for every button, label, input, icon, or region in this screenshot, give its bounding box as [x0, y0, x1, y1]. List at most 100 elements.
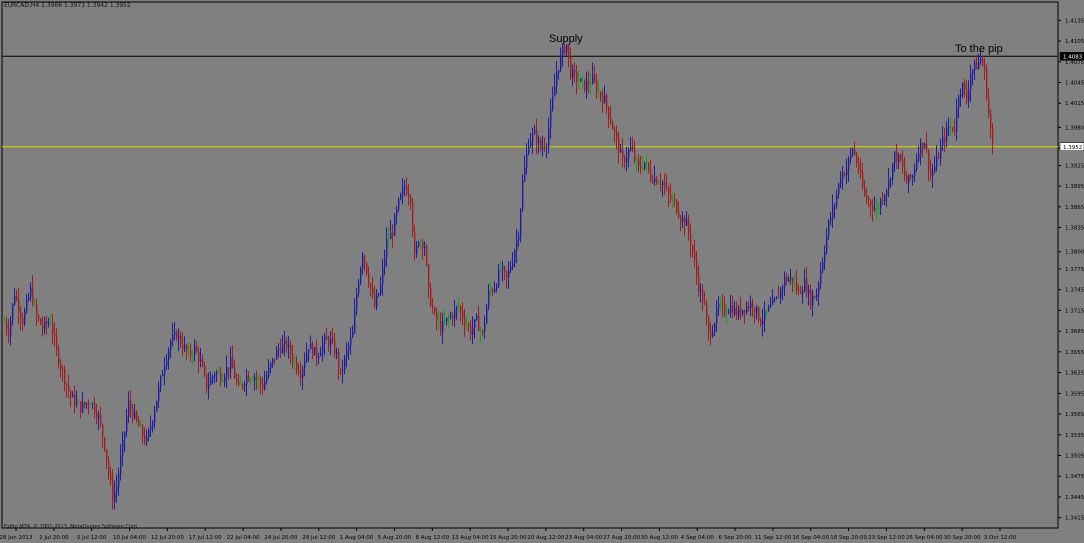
candle-body	[490, 290, 492, 292]
candle-body	[816, 294, 818, 298]
candle-body	[426, 246, 428, 265]
candle-body	[110, 473, 112, 481]
candle-body	[8, 329, 10, 336]
candle-body	[158, 387, 160, 401]
candle-body	[888, 180, 890, 191]
price-chart[interactable]: 1.4135 1.4105 1.4075 1.4045 1.4015 1.3980 1.39…	[0, 0, 1084, 543]
candle-body	[974, 62, 976, 71]
candle-body	[652, 179, 654, 183]
candle-body	[838, 183, 840, 195]
candle-body	[212, 376, 214, 379]
candle-body	[108, 461, 110, 474]
candle-body	[562, 46, 564, 56]
candle-body	[106, 449, 108, 462]
candle-body	[472, 328, 474, 335]
candle-body	[140, 426, 142, 428]
candle-body	[456, 307, 458, 310]
candle-body	[150, 426, 152, 430]
candle-body	[484, 323, 486, 332]
candle-body	[904, 166, 906, 176]
current-price-label: 1.3952	[1063, 145, 1082, 151]
chart-window[interactable]: 1.4135 1.4105 1.4075 1.4045 1.4015 1.3980 1.39…	[0, 0, 1084, 543]
candle-body	[658, 183, 660, 185]
candle-body	[4, 322, 6, 324]
candle-body	[950, 127, 952, 129]
candle-body	[18, 299, 20, 312]
candle-body	[386, 238, 388, 258]
candle-body	[396, 209, 398, 217]
candle-body	[828, 220, 830, 236]
candle-body	[826, 235, 828, 252]
candle-body	[528, 146, 530, 154]
candle-body	[846, 169, 848, 176]
candle-body	[614, 129, 616, 133]
candle-body	[858, 163, 860, 171]
candle-body	[232, 356, 234, 369]
y-tick-label: 1.3505	[1065, 453, 1084, 459]
candle-body	[686, 219, 688, 226]
candle-body	[868, 199, 870, 201]
candle-body	[636, 159, 638, 161]
candle-body	[596, 80, 598, 93]
candle-body	[92, 403, 94, 405]
candle-body	[946, 127, 948, 141]
candle-body	[438, 320, 440, 322]
candle-body	[182, 343, 184, 349]
candle-body	[350, 337, 352, 346]
candle-body	[736, 308, 738, 317]
candle-body	[728, 312, 730, 314]
candle-body	[566, 44, 568, 53]
candle-body	[272, 358, 274, 364]
candle-body	[872, 205, 874, 210]
candle-body	[902, 160, 904, 167]
candle-body	[132, 408, 134, 418]
candle-body	[462, 310, 464, 319]
candle-body	[792, 277, 794, 282]
candle-body	[414, 231, 416, 255]
candle-body	[282, 344, 284, 353]
y-tick-label: 1.3925	[1065, 163, 1084, 169]
candle-body	[262, 384, 264, 390]
candle-body	[832, 206, 834, 218]
candle-body	[364, 255, 366, 263]
candle-body	[644, 162, 646, 169]
candle-body	[266, 376, 268, 382]
candle-body	[316, 347, 318, 359]
candle-body	[654, 177, 656, 183]
candle-body	[54, 333, 56, 337]
candle-body	[238, 381, 240, 385]
candle-body	[72, 394, 74, 398]
candle-body	[802, 291, 804, 294]
candle-body	[348, 345, 350, 350]
candle-body	[692, 245, 694, 252]
candle-body	[138, 420, 140, 427]
candle-body	[310, 343, 312, 350]
candle-body	[422, 241, 424, 249]
copyright-text: FxPro MT4, © 2001-2013, MetaQuotes Softw…	[4, 524, 139, 530]
candle-body	[170, 341, 172, 351]
candle-body	[938, 157, 940, 159]
candle-body	[312, 343, 314, 356]
candle-body	[730, 305, 732, 313]
candle-body	[222, 380, 224, 382]
candle-body	[42, 324, 44, 329]
candle-body	[744, 309, 746, 313]
candle-body	[934, 166, 936, 172]
candle-body	[296, 361, 298, 371]
candle-body	[704, 302, 706, 304]
candle-body	[962, 82, 964, 95]
candle-body	[876, 208, 878, 210]
candle-body	[612, 123, 614, 130]
candle-body	[226, 367, 228, 378]
candle-body	[78, 401, 80, 403]
candle-body	[64, 369, 66, 385]
candle-body	[236, 378, 238, 382]
y-tick-label: 1.4075	[1065, 60, 1084, 66]
candle-body	[336, 352, 338, 355]
candle-body	[986, 68, 988, 99]
candle-body	[206, 374, 208, 390]
candle-body	[548, 127, 550, 147]
candle-body	[550, 108, 552, 128]
candle-body	[568, 44, 570, 57]
candle-body	[732, 305, 734, 315]
